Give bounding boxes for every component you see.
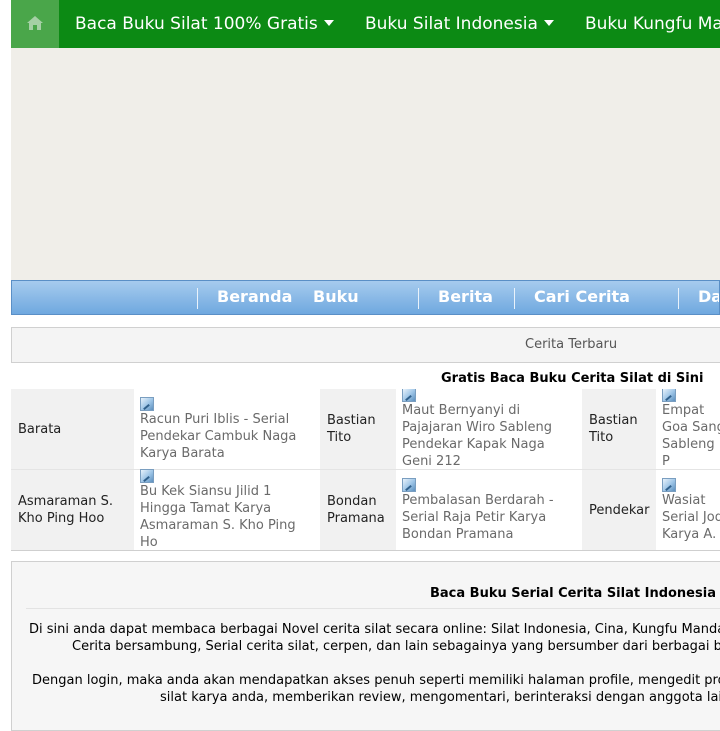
thumbnail-icon [402,389,416,402]
table-cell-title[interactable]: Empat Goa Sang Sableng P [656,389,720,469]
menu-buku[interactable]: Buku [313,281,359,314]
info-paragraph-1-line-1: Di sini anda dapat membaca berbagai Nove… [29,622,720,637]
info-paragraph-2-line-2: silat karya anda, memberikan review, men… [160,690,720,705]
story-title: Racun Puri Iblis - Serial Pendekar Cambu… [140,411,297,461]
menu-divider [514,288,515,309]
caret-down-icon [543,20,554,26]
author-name: Bastian Tito [327,413,376,445]
story-title: Pembalasan Berdarah - Serial Raja Petir … [402,492,554,542]
info-paragraph-2-line-1: Dengan login, maka anda akan mendapatkan… [32,673,720,688]
thumbnail-icon [662,389,676,402]
caret-down-icon [323,20,334,26]
menu-berita[interactable]: Berita [438,281,493,314]
nav-label: Buku Kungfu Ma [585,14,720,34]
nav-buku-kungfu[interactable]: Buku Kungfu Ma [585,0,720,48]
info-title: Baca Buku Serial Cerita Silat Indonesia [430,586,716,601]
thumbnail-icon [402,477,416,492]
table-cell-author[interactable]: Bastian Tito [320,389,396,469]
nav-baca-buku-silat[interactable]: Baca Buku Silat 100% Gratis [75,0,334,48]
story-title: Maut Bernyanyi di Pajajaran Wiro Sableng… [402,403,552,469]
ad-area [11,48,720,280]
cerita-terbaru-label[interactable]: Cerita Terbaru [525,328,617,362]
table-cell-title[interactable]: Racun Puri Iblis - Serial Pendekar Cambu… [134,389,320,469]
author-name: Pendekar [589,502,650,518]
table-cell-title[interactable]: Bu Kek Siansu Jilid 1 Hingga Tamat Karya… [134,469,320,550]
divider [26,608,720,609]
menu-divider [197,288,198,309]
gratis-heading: Gratis Baca Buku Cerita Silat di Sini [441,371,704,386]
info-paragraph-1-line-2: Cerita bersambung, Serial cerita silat, … [72,639,720,654]
menu-da[interactable]: Da [698,281,719,314]
menu-cari-cerita[interactable]: Cari Cerita [534,281,630,314]
main-menu: Beranda Buku Berita Cari Cerita Da [11,280,720,315]
author-name: Barata [18,421,62,437]
story-title: Empat Goa Sang Sableng P [662,403,720,469]
thumbnail-icon [140,469,154,483]
home-button[interactable] [11,0,59,48]
table-cell-author[interactable]: Barata [11,389,134,469]
author-name: Bondan Pramana [327,494,385,526]
home-icon [27,16,43,30]
table-cell-title[interactable]: Wasiat Serial Jod Karya A. [656,470,720,550]
nav-label: Buku Silat Indonesia [365,14,538,34]
info-box: Baca Buku Serial Cerita Silat Indonesia … [11,561,720,731]
cerita-terbaru-bar: Cerita Terbaru [11,327,720,363]
story-title: Bu Kek Siansu Jilid 1 Hingga Tamat Karya… [140,484,296,550]
latest-stories-table: Barata Racun Puri Iblis - Serial Pendeka… [11,389,720,551]
table-cell-author[interactable]: Bondan Pramana [320,470,396,550]
table-cell-author[interactable]: Pendekar [582,470,656,550]
thumbnail-icon [662,477,676,492]
menu-divider [678,288,679,309]
table-cell-title[interactable]: Pembalasan Berdarah - Serial Raja Petir … [396,470,582,550]
author-name: Bastian Tito [589,413,638,445]
story-title: Wasiat Serial Jod Karya A. [662,492,720,542]
nav-label: Baca Buku Silat 100% Gratis [75,14,318,34]
thumbnail-icon [140,396,154,411]
table-cell-author[interactable]: Bastian Tito [582,389,656,469]
table-cell-author[interactable]: Asmaraman S. Kho Ping Hoo [11,470,134,550]
nav-buku-silat-indonesia[interactable]: Buku Silat Indonesia [365,0,554,48]
author-name: Asmaraman S. Kho Ping Hoo [18,494,113,526]
menu-beranda[interactable]: Beranda [217,281,292,314]
menu-divider [418,288,419,309]
top-navbar: Baca Buku Silat 100% Gratis Buku Silat I… [11,0,720,48]
table-cell-title[interactable]: Maut Bernyanyi di Pajajaran Wiro Sableng… [396,389,582,469]
